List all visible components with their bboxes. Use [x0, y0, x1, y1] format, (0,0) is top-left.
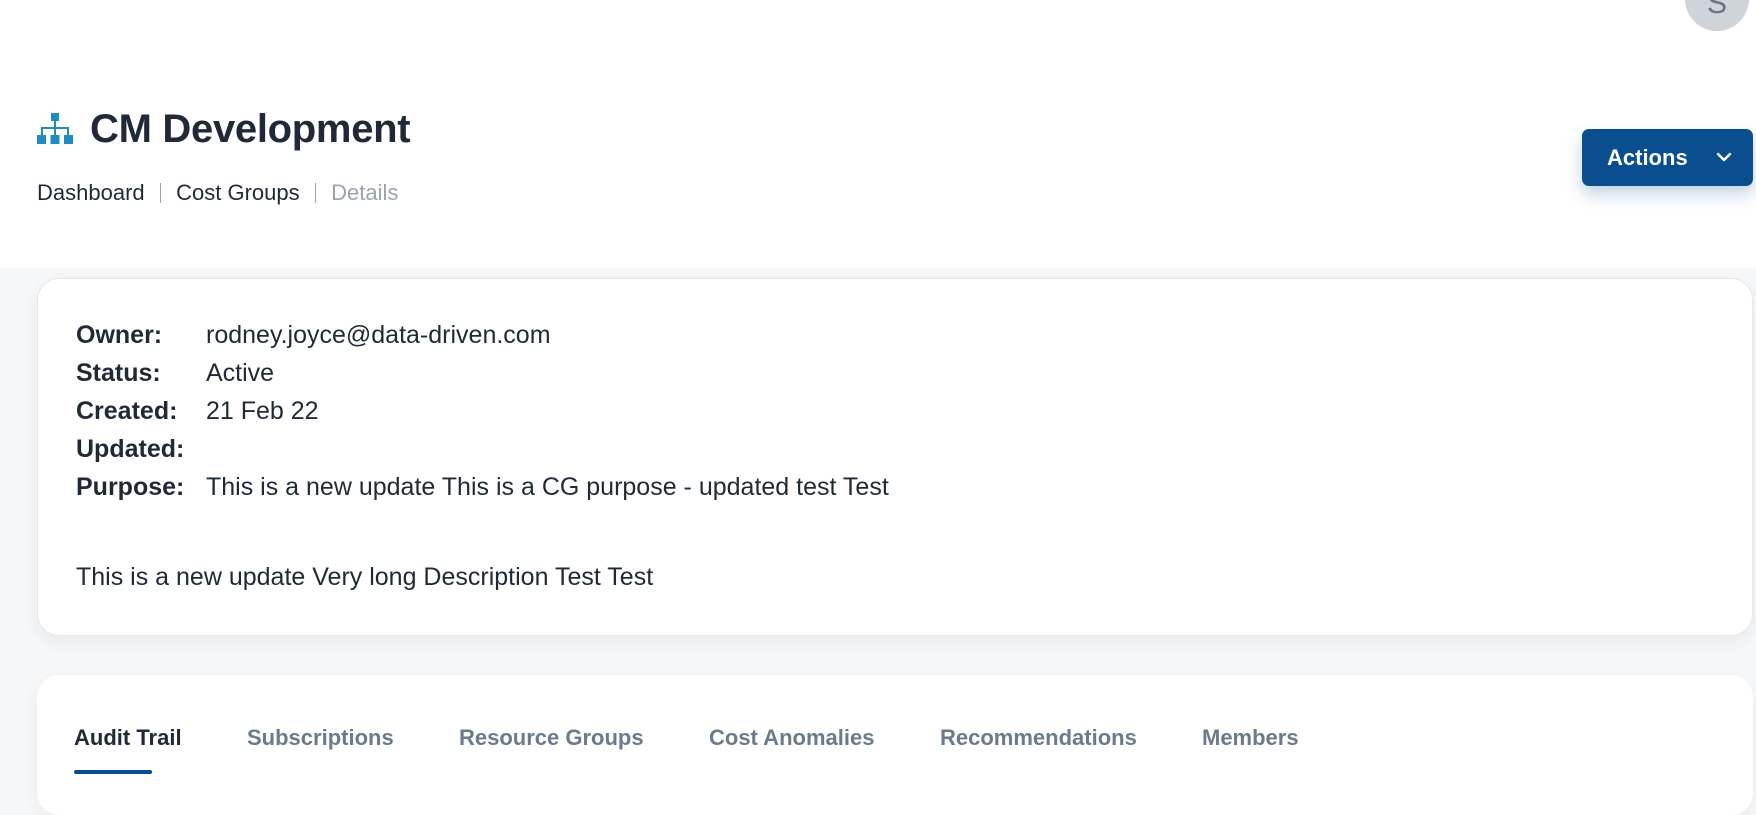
- tab-members[interactable]: Members: [1202, 725, 1299, 751]
- updated-label: Updated:: [76, 434, 185, 463]
- owner-value: rodney.joyce@data-driven.com: [206, 320, 551, 349]
- tab-cost-anomalies[interactable]: Cost Anomalies: [709, 725, 874, 751]
- description-text: This is a new update Very long Descripti…: [76, 563, 654, 591]
- status-value: Active: [206, 358, 275, 387]
- breadcrumb-separator: [314, 183, 317, 203]
- tab-subscriptions[interactable]: Subscriptions: [247, 725, 394, 751]
- breadcrumb-details: Details: [331, 180, 399, 205]
- owner-label: Owner:: [76, 320, 163, 349]
- tab-audit-trail[interactable]: Audit Trail: [74, 725, 182, 751]
- created-value: 21 Feb 22: [206, 396, 319, 425]
- actions-button[interactable]: Actions: [1582, 129, 1753, 186]
- created-row: Created: 21 Feb 22: [76, 393, 319, 429]
- active-tab-indicator: [74, 770, 152, 774]
- purpose-row: Purpose: This is a new update This is a …: [76, 469, 889, 505]
- breadcrumb-separator: [159, 183, 162, 203]
- status-row: Status: Active: [76, 355, 274, 391]
- tabs-card: Audit Trail Subscriptions Resource Group…: [37, 675, 1753, 815]
- page-title-row: CM Development: [36, 104, 411, 154]
- breadcrumb: Dashboard Cost Groups Details: [37, 178, 398, 208]
- owner-row: Owner: rodney.joyce@data-driven.com: [76, 317, 551, 353]
- status-label: Status:: [76, 358, 161, 387]
- breadcrumb-dashboard[interactable]: Dashboard: [37, 180, 145, 206]
- chevron-down-icon: [1716, 152, 1732, 162]
- details-card: Owner: rodney.joyce@data-driven.com Stat…: [37, 278, 1753, 636]
- tab-recommendations[interactable]: Recommendations: [940, 725, 1137, 751]
- breadcrumb-cost-groups[interactable]: Cost Groups: [176, 180, 300, 206]
- sitemap-icon: [37, 113, 73, 144]
- updated-row: Updated:: [76, 431, 206, 467]
- created-label: Created:: [76, 396, 178, 425]
- tab-resource-groups[interactable]: Resource Groups: [459, 725, 644, 751]
- page-title: CM Development: [90, 106, 411, 151]
- avatar-initial: S: [1706, 0, 1727, 20]
- actions-button-label: Actions: [1607, 144, 1688, 170]
- purpose-label: Purpose:: [76, 472, 185, 501]
- purpose-value: This is a new update This is a CG purpos…: [206, 472, 889, 501]
